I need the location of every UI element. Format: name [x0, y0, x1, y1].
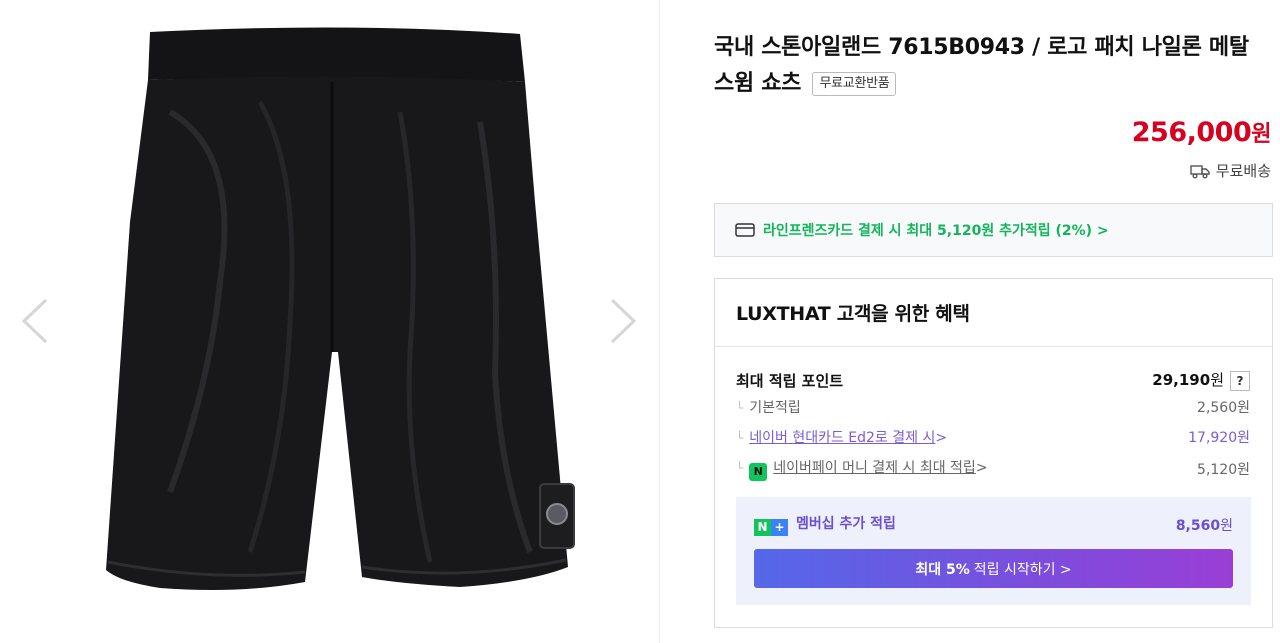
benefit-title: LUXTHAT 고객을 위한 혜택: [715, 279, 1272, 347]
membership-button-bold: 최대 5%: [915, 561, 970, 578]
help-button[interactable]: ?: [1230, 371, 1250, 391]
membership-button-text: 적립 시작하기 >: [973, 561, 1072, 578]
membership-value: 8,560: [1175, 517, 1221, 534]
benefit-panel: LUXTHAT 고객을 위한 혜택 최대 적립 포인트 29,190원? └ 기본…: [714, 278, 1273, 628]
card-promo-banner[interactable]: 라인프렌즈카드 결제 시 최대 5,120원 추가적립 (2%) >: [714, 203, 1273, 257]
naver-plus-icon: N +: [754, 519, 788, 536]
npay-icon: N: [749, 463, 768, 481]
npay-money-row: └ N 네이버페이 머니 결제 시 최대 적립> 5,120원: [736, 457, 1250, 481]
chevron-right-icon: >: [935, 430, 948, 446]
tree-branch-icon: └: [736, 401, 744, 415]
npay-money-value: 5,120원: [1197, 462, 1250, 478]
tree-branch-icon: └: [736, 461, 744, 475]
credit-card-icon: [735, 223, 755, 237]
hyundai-card-link-wrap: └ 네이버 현대카드 Ed2로 결제 시>: [736, 427, 947, 447]
product-title: 국내 스톤아일랜드 7615B0943 / 로고 패치 나일론 메탈 스윔 쇼츠: [714, 35, 1249, 96]
shipping-label: 무료배송: [1215, 162, 1271, 180]
max-points-label: 최대 적립 포인트: [736, 371, 844, 390]
npay-money-link-wrap: └ N 네이버페이 머니 결제 시 최대 적립>: [736, 457, 988, 481]
truck-icon: [1190, 164, 1210, 178]
basic-points-label-wrap: └ 기본적립: [736, 397, 801, 417]
shipping-info: 무료배송: [1190, 160, 1271, 181]
max-points-amount: 29,190원?: [1152, 369, 1250, 391]
price-value: 256,000: [1131, 117, 1252, 148]
chevron-right-icon: [610, 298, 637, 344]
max-points-row: 최대 적립 포인트 29,190원?: [736, 369, 1250, 391]
membership-unit: 원: [1220, 517, 1233, 534]
basic-points-row: └ 기본적립 2,560원: [736, 397, 1250, 417]
product-gallery: [0, 0, 660, 643]
start-membership-button[interactable]: 최대 5% 적립 시작하기 >: [754, 549, 1233, 588]
membership-label: 멤버십 추가 적립: [796, 516, 896, 532]
hyundai-card-row: └ 네이버 현대카드 Ed2로 결제 시> 17,920원: [736, 427, 1250, 447]
membership-amount: 8,560원: [1176, 515, 1233, 535]
basic-points-value: 2,560원: [1197, 400, 1250, 416]
basic-points-label: 기본적립: [749, 400, 801, 416]
card-promo-text: 라인프렌즈카드 결제 시 최대 5,120원 추가적립 (2%) >: [763, 223, 1109, 239]
free-return-badge: 무료교환반품: [812, 72, 897, 96]
hyundai-card-value: 17,920원: [1188, 430, 1250, 446]
membership-box: N + 멤버십 추가 적립 8,560원 최대 5% 적립 시작하기 >: [736, 497, 1251, 605]
max-points-value: 29,190: [1152, 371, 1211, 389]
max-points-unit: 원: [1210, 371, 1224, 389]
npay-money-link[interactable]: 네이버페이 머니 결제 시 최대 적립: [773, 460, 976, 476]
membership-label-wrap: N + 멤버십 추가 적립: [754, 513, 896, 536]
product-title-block: 국내 스톤아일랜드 7615B0943 / 로고 패치 나일론 메탈 스윔 쇼츠…: [714, 30, 1274, 102]
membership-row: N + 멤버십 추가 적립 8,560원: [754, 513, 1233, 536]
product-image: [106, 27, 575, 590]
prev-image-button[interactable]: [18, 296, 54, 346]
tree-branch-icon: └: [736, 431, 744, 445]
next-image-button[interactable]: [604, 296, 640, 346]
hyundai-card-link[interactable]: 네이버 현대카드 Ed2로 결제 시: [749, 430, 935, 446]
chevron-right-icon: >: [975, 460, 988, 476]
price-unit: 원: [1251, 122, 1271, 147]
product-price: 256,000원: [1131, 116, 1272, 148]
chevron-left-icon: [21, 298, 48, 344]
